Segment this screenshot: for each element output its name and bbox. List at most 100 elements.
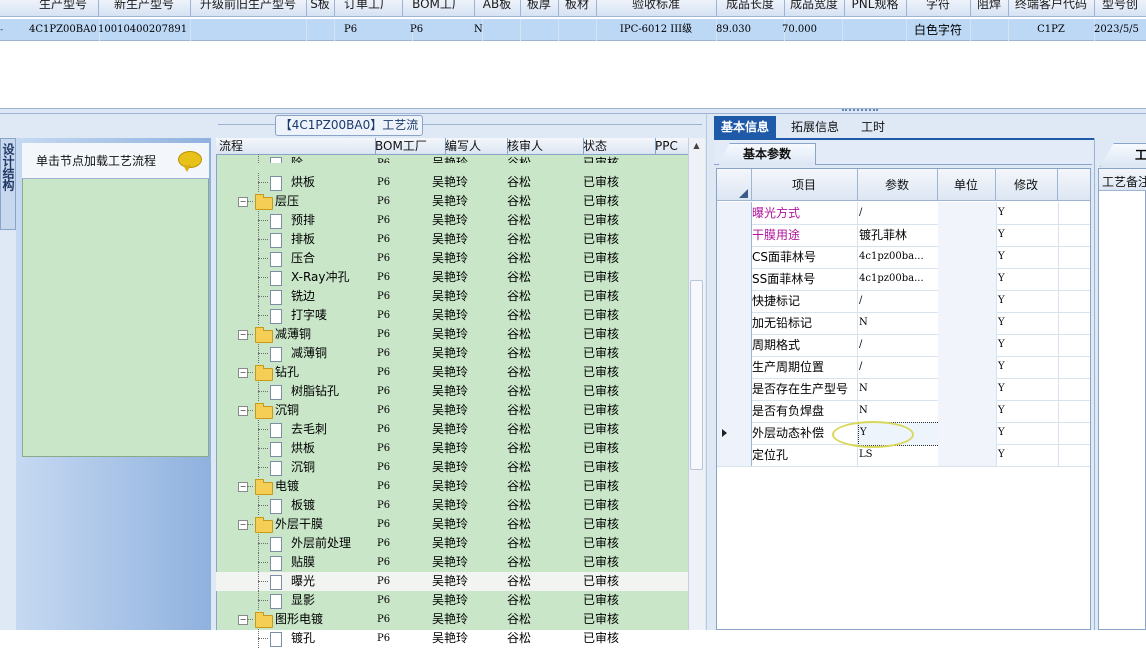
process-tree-row[interactable]: 排板 P6 吴艳玲 谷松 已审核 — [216, 230, 688, 249]
process-header-cell[interactable]: BOM工厂 — [372, 138, 446, 155]
structure-tree-area[interactable] — [22, 143, 209, 457]
process-tree-row[interactable]: 烘板 P6 吴艳玲 谷松 已审核 — [216, 439, 688, 458]
process-tree-row[interactable]: 曝光 P6 吴艳玲 谷松 已审核 — [216, 572, 688, 591]
top-row-cell[interactable] — [190, 19, 307, 41]
parameter-row[interactable]: 加无铅标记 N Y — [717, 312, 1090, 335]
process-header-cell[interactable]: 流程 — [216, 138, 376, 155]
top-header-cell[interactable]: 成品宽度 — [784, 0, 845, 17]
param-value[interactable]: / — [858, 290, 939, 312]
top-header-cell[interactable]: 终端客户代码 — [1008, 0, 1095, 17]
process-tree-row[interactable]: − 层压 P6 吴艳玲 谷松 已审核 — [216, 192, 688, 211]
top-row-cell[interactable]: 白色字符 — [906, 19, 971, 41]
process-tree-row[interactable]: X-Ray冲孔 P6 吴艳玲 谷松 已审核 — [216, 268, 688, 287]
param-edit[interactable]: Y — [997, 444, 1059, 466]
tab-basic-params[interactable]: 基本参数 — [718, 143, 816, 165]
process-tree-row[interactable]: 预排 P6 吴艳玲 谷松 已审核 — [216, 211, 688, 230]
top-header-cell[interactable]: 阻焊 — [970, 0, 1009, 17]
top-row-cell[interactable]: C1PZ — [1008, 19, 1095, 41]
top-row-cell[interactable] — [306, 19, 335, 41]
scroll-up-arrow-icon[interactable]: ▲ — [690, 141, 703, 151]
grid-header-cell[interactable]: 单位 — [937, 169, 996, 201]
top-row-cell[interactable] — [844, 19, 907, 41]
process-tree-row[interactable]: 树脂钻孔 P6 吴艳玲 谷松 已审核 — [216, 382, 688, 401]
process-tree-row[interactable]: 铣边 P6 吴艳玲 谷松 已审核 — [216, 287, 688, 306]
top-header-cell[interactable]: AB板 — [474, 0, 521, 17]
parameter-row[interactable]: 曝光方式 / Y — [717, 202, 1090, 225]
param-value[interactable]: 4c1pz00ba... — [858, 268, 939, 290]
parameter-row[interactable]: 是否有负焊盘 N Y — [717, 400, 1090, 423]
tab-basic-info[interactable]: 基本信息 — [714, 116, 777, 138]
param-unit[interactable] — [938, 356, 997, 378]
param-edit[interactable]: Y — [997, 268, 1059, 290]
param-unit[interactable] — [938, 400, 997, 422]
collapse-toggle-icon[interactable]: − — [238, 615, 248, 625]
param-value[interactable]: 镀孔菲林 — [858, 224, 939, 246]
param-unit[interactable] — [938, 224, 997, 246]
process-tree-row[interactable]: 压合 P6 吴艳玲 谷松 已审核 — [216, 249, 688, 268]
param-unit[interactable] — [938, 312, 997, 334]
collapse-toggle-icon[interactable]: − — [238, 482, 248, 492]
param-edit[interactable]: Y — [997, 400, 1059, 422]
top-header-cell[interactable]: S板 — [306, 0, 335, 17]
tab-work-hours[interactable]: 工时 — [854, 116, 892, 138]
process-tree-row[interactable]: − 沉铜 P6 吴艳玲 谷松 已审核 — [216, 401, 688, 420]
grid-header-cell[interactable]: 项目 — [751, 169, 858, 201]
top-header-cell[interactable]: PNL规格 — [844, 0, 907, 17]
param-edit[interactable]: Y — [997, 246, 1059, 268]
parameter-row[interactable]: 是否存在生产型号 N Y — [717, 378, 1090, 401]
top-row-cell[interactable] — [970, 19, 1009, 41]
param-value[interactable]: N — [858, 312, 939, 334]
top-row-cell[interactable]: 4C1PZ00BA0 — [29, 19, 100, 41]
process-header-cell[interactable]: PPC — [652, 138, 692, 155]
process-tree-row[interactable]: 除… P6吴艳玲 谷松 已审核 — [216, 154, 688, 163]
top-header-cell[interactable]: 成品长度 — [716, 0, 785, 17]
top-row-cell[interactable]: IPC-6012 III级 — [596, 19, 717, 41]
param-value[interactable]: / — [858, 356, 939, 378]
param-unit[interactable] — [938, 444, 997, 466]
vertical-tab-design-structure[interactable]: 设计结构 — [0, 138, 16, 230]
splitter-grip-icon[interactable] — [842, 109, 878, 112]
process-tree-row[interactable]: − 钻孔 P6 吴艳玲 谷松 已审核 — [216, 363, 688, 382]
param-edit[interactable]: Y — [997, 378, 1059, 400]
process-tree-row[interactable]: − 外层干膜 P6 吴艳玲 谷松 已审核 — [216, 515, 688, 534]
scrollbar-thumb[interactable] — [690, 280, 703, 470]
tab-extended-info[interactable]: 拓展信息 — [784, 116, 846, 138]
grid-header-cell[interactable]: 修改 — [995, 169, 1058, 201]
top-row-cell[interactable]: N — [474, 19, 521, 41]
param-edit[interactable]: Y — [997, 356, 1059, 378]
process-tree-row[interactable]: 板镀 P6 吴艳玲 谷松 已审核 — [216, 496, 688, 515]
top-header-cell[interactable]: 板厚 — [520, 0, 559, 17]
param-unit[interactable] — [938, 246, 997, 268]
top-row-cell[interactable]: P6 — [404, 19, 483, 41]
param-edit[interactable]: Y — [997, 290, 1059, 312]
process-tree-row[interactable]: 贴膜 P6 吴艳玲 谷松 已审核 — [216, 553, 688, 572]
top-row-cell[interactable]: 2023/5/5 — [1094, 19, 1146, 41]
top-row-cell[interactable]: P6 — [338, 19, 413, 41]
top-header-cell[interactable]: 新生产型号 — [98, 0, 191, 17]
process-tree-row[interactable]: 减薄铜 P6 吴艳玲 谷松 已审核 — [216, 344, 688, 363]
param-value[interactable]: 4c1pz00ba... — [858, 246, 939, 268]
parameter-row[interactable]: 干膜用途 镀孔菲林 Y — [717, 224, 1090, 247]
parameter-row[interactable]: 定位孔 LS Y — [717, 444, 1090, 467]
top-header-cell[interactable]: BOM工厂 — [402, 0, 475, 17]
process-tree-row[interactable]: − 电镀 P6 吴艳玲 谷松 已审核 — [216, 477, 688, 496]
param-value[interactable]: / — [858, 334, 939, 356]
param-value[interactable]: / — [858, 202, 939, 224]
parameter-row[interactable]: 快捷标记 / Y — [717, 290, 1090, 313]
top-row-cell[interactable]: 89.030 — [716, 19, 785, 41]
top-header-cell[interactable]: 订单工厂 — [334, 0, 403, 17]
right-splitter[interactable] — [706, 114, 714, 630]
collapse-toggle-icon[interactable]: − — [238, 520, 248, 530]
process-header-cell[interactable]: 状态 — [580, 138, 656, 155]
parameter-row[interactable]: CS面菲林号 4c1pz00ba... Y — [717, 246, 1090, 269]
top-row-cell[interactable] — [558, 19, 597, 41]
top-header-cell[interactable]: 字符 — [906, 0, 971, 17]
top-header-cell[interactable]: 型号创 — [1094, 0, 1146, 17]
param-edit[interactable]: Y — [997, 334, 1059, 356]
collapse-toggle-icon[interactable]: − — [238, 368, 248, 378]
param-unit[interactable] — [938, 422, 997, 444]
top-header-cell[interactable]: 板材 — [558, 0, 597, 17]
param-unit[interactable] — [938, 334, 997, 356]
process-tree-row[interactable]: 镀孔 P6 吴艳玲 谷松 已审核 — [216, 629, 688, 648]
top-row-cell[interactable] — [520, 19, 559, 41]
